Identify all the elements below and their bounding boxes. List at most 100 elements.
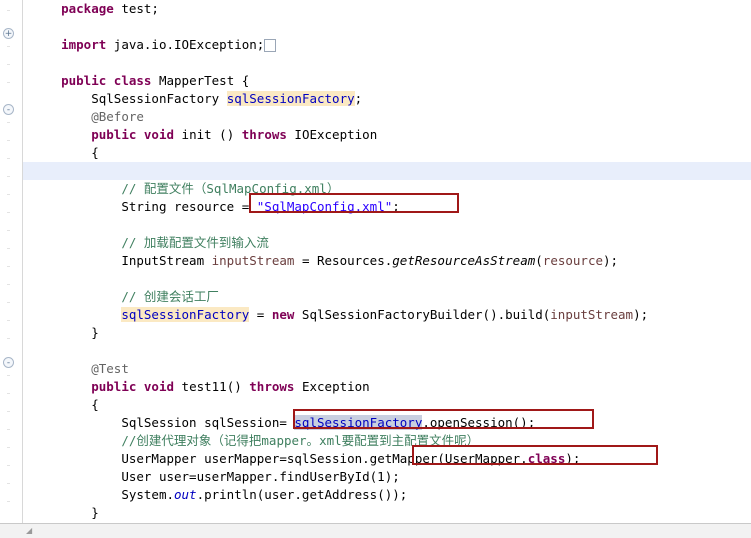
resize-grip-icon[interactable]: ◢ <box>26 527 33 535</box>
code-token: @Before <box>91 109 144 124</box>
code-line[interactable]: public void test11() throws Exception <box>23 378 751 396</box>
code-line[interactable]: { <box>23 144 751 162</box>
code-token: public <box>61 73 107 88</box>
java-code-editor[interactable]: + - - package test; import java.io.IOExc… <box>0 0 751 538</box>
code-token: 要配置到主配置文件呢） <box>341 433 480 448</box>
code-line[interactable]: UserMapper userMapper=sqlSession.getMapp… <box>23 450 751 468</box>
code-line[interactable] <box>23 18 751 36</box>
code-line[interactable]: import java.io.IOException; <box>23 36 751 54</box>
fold-expanded-icon[interactable]: - <box>3 104 14 115</box>
gutter-tick <box>7 302 10 303</box>
gutter-tick <box>7 393 10 394</box>
code-token: public <box>91 379 137 394</box>
code-token: { <box>91 397 99 412</box>
gutter-tick <box>7 230 10 231</box>
code-token: （SqlMapConfig.xml） <box>193 181 340 196</box>
code-line[interactable]: SqlSession sqlSession= sqlSessionFactory… <box>23 414 751 432</box>
code-line[interactable]: //创建代理对象（记得把mapper。xml要配置到主配置文件呢） <box>23 432 751 450</box>
code-line[interactable]: // 创建会话工厂 <box>23 288 751 306</box>
gutter-tick <box>7 284 10 285</box>
code-line[interactable] <box>23 216 751 234</box>
gutter-tick <box>7 429 10 430</box>
code-line[interactable]: @Test <box>23 360 751 378</box>
code-line[interactable]: } <box>23 324 751 342</box>
identifier-occurrence-highlight: sqlSessionFactory <box>121 307 250 322</box>
code-line[interactable]: } <box>23 504 751 522</box>
gutter-tick <box>7 194 10 195</box>
gutter-tick <box>7 158 10 159</box>
identifier-selection-highlight: sqlSessionFactory <box>294 415 423 430</box>
code-token: inputStream <box>550 307 634 322</box>
code-line[interactable]: // 配置文件（SqlMapConfig.xml） <box>23 180 751 198</box>
code-line[interactable] <box>23 270 751 288</box>
code-line[interactable]: InputStream inputStream = Resources.getR… <box>23 252 751 270</box>
code-token: throws <box>241 127 287 142</box>
code-line[interactable]: SqlSessionFactory sqlSessionFactory; <box>23 90 751 108</box>
code-token: ); <box>565 451 581 466</box>
code-text-area[interactable]: package test; import java.io.IOException… <box>23 0 751 524</box>
code-token: getMapper(UserMapper. <box>369 451 528 466</box>
code-token: // <box>121 235 144 250</box>
code-token: ( <box>535 253 543 268</box>
identifier-occurrence-highlight: sqlSessionFactory <box>226 91 355 106</box>
code-token: import <box>61 37 107 52</box>
code-line[interactable] <box>23 342 751 360</box>
code-line[interactable]: @Before <box>23 108 751 126</box>
code-line[interactable]: System.out.println(user.getAddress()); <box>23 486 751 504</box>
code-token: String resource = <box>121 199 257 214</box>
code-token: .openSession(); <box>422 415 536 430</box>
code-token: = Resources. <box>294 253 393 268</box>
gutter-tick <box>7 375 10 376</box>
code-token: java.io.IOException; <box>106 37 265 52</box>
editor-gutter[interactable]: + - - <box>0 0 23 524</box>
code-token: 加载配置文件到输入流 <box>143 235 269 250</box>
code-token: ); <box>633 307 649 322</box>
code-token: out <box>174 487 197 502</box>
fold-collapsed-icon[interactable]: + <box>3 28 14 39</box>
code-token: "SqlMapConfig.xml" <box>256 199 393 214</box>
code-token: ; <box>354 91 363 106</box>
gutter-tick <box>7 248 10 249</box>
code-token: package <box>61 1 114 16</box>
gutter-tick <box>7 411 10 412</box>
code-token: getResourceAsStream <box>392 253 536 268</box>
code-token: .println(user.getAddress()); <box>196 487 408 502</box>
inline-fold-placeholder-icon[interactable] <box>264 39 277 52</box>
code-token: Exception <box>294 379 370 394</box>
code-token: // <box>121 433 137 448</box>
code-token: void <box>143 127 175 142</box>
code-line[interactable]: public class MapperTest { <box>23 72 751 90</box>
code-token: mapper <box>261 433 307 448</box>
code-token: 创建代理对象（记得把 <box>136 433 262 448</box>
gutter-tick <box>7 465 10 466</box>
code-token: SqlSessionFactoryBuilder().build( <box>294 307 551 322</box>
code-token: class <box>527 451 566 466</box>
code-line[interactable]: // 加载配置文件到输入流 <box>23 234 751 252</box>
code-token: = <box>249 307 272 322</box>
gutter-tick <box>7 122 10 123</box>
code-token: // <box>121 181 144 196</box>
code-token: InputStream <box>121 253 212 268</box>
code-token: } <box>91 505 99 520</box>
code-token: MapperTest { <box>151 73 250 88</box>
code-token: { <box>91 145 99 160</box>
code-token: xml <box>319 433 342 448</box>
code-token: init () <box>174 127 242 142</box>
gutter-tick <box>7 338 10 339</box>
code-line[interactable] <box>23 54 751 72</box>
code-line[interactable]: public void init () throws IOException <box>23 126 751 144</box>
code-line[interactable] <box>23 162 751 180</box>
code-token: // <box>121 289 144 304</box>
gutter-tick <box>7 266 10 267</box>
code-line[interactable]: sqlSessionFactory = new SqlSessionFactor… <box>23 306 751 324</box>
code-line[interactable]: { <box>23 396 751 414</box>
fold-expanded-icon[interactable]: - <box>3 357 14 368</box>
code-line[interactable]: package test; <box>23 0 751 18</box>
code-token: ; <box>392 199 400 214</box>
code-line[interactable]: String resource = "SqlMapConfig.xml"; <box>23 198 751 216</box>
code-line[interactable]: User user=userMapper.findUserById(1); <box>23 468 751 486</box>
code-token: test11() <box>174 379 250 394</box>
